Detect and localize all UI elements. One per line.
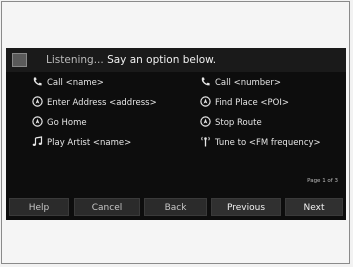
next-button[interactable]: Next (285, 198, 343, 216)
option-label: Find Place <POI> (215, 98, 289, 108)
music-note-icon (32, 136, 43, 147)
option-enter-address[interactable]: Enter Address <address> (32, 96, 157, 110)
header-bar: Listening... Say an option below. (6, 48, 346, 72)
option-go-home[interactable]: Go Home (32, 116, 87, 130)
voice-portal-icon (12, 53, 27, 67)
voice-command-screen: Listening... Say an option below. Call <… (6, 48, 346, 220)
navigation-icon (32, 116, 43, 127)
back-button[interactable]: Back (144, 198, 207, 216)
listening-status: Listening... (46, 54, 104, 66)
button-bar: Help Cancel Back Previous Next (6, 196, 346, 220)
option-label: Enter Address <address> (47, 98, 157, 108)
navigation-icon (200, 96, 211, 107)
help-button[interactable]: Help (9, 198, 69, 216)
previous-button[interactable]: Previous (211, 198, 281, 216)
navigation-icon (200, 116, 211, 127)
option-label: Play Artist <name> (47, 138, 132, 148)
option-find-place[interactable]: Find Place <POI> (200, 96, 289, 110)
option-tune-fm[interactable]: Tune to <FM frequency> (200, 136, 321, 150)
navigation-icon (32, 96, 43, 107)
option-call-name[interactable]: Call <name> (32, 76, 104, 90)
page-indicator: Page 1 of 3 (307, 178, 338, 184)
prompt-text: Say an option below. (107, 54, 217, 66)
option-stop-route[interactable]: Stop Route (200, 116, 262, 130)
cancel-button[interactable]: Cancel (74, 198, 140, 216)
option-label: Tune to <FM frequency> (215, 138, 321, 148)
option-play-artist[interactable]: Play Artist <name> (32, 136, 131, 150)
phone-icon (32, 76, 43, 87)
radio-antenna-icon (200, 136, 211, 147)
option-label: Call <name> (47, 78, 104, 88)
option-label: Stop Route (215, 118, 262, 128)
phone-icon (200, 76, 211, 87)
listening-prompt: Listening... Say an option below. (46, 53, 216, 67)
option-call-number[interactable]: Call <number> (200, 76, 281, 90)
option-label: Call <number> (215, 78, 281, 88)
option-label: Go Home (47, 118, 87, 128)
